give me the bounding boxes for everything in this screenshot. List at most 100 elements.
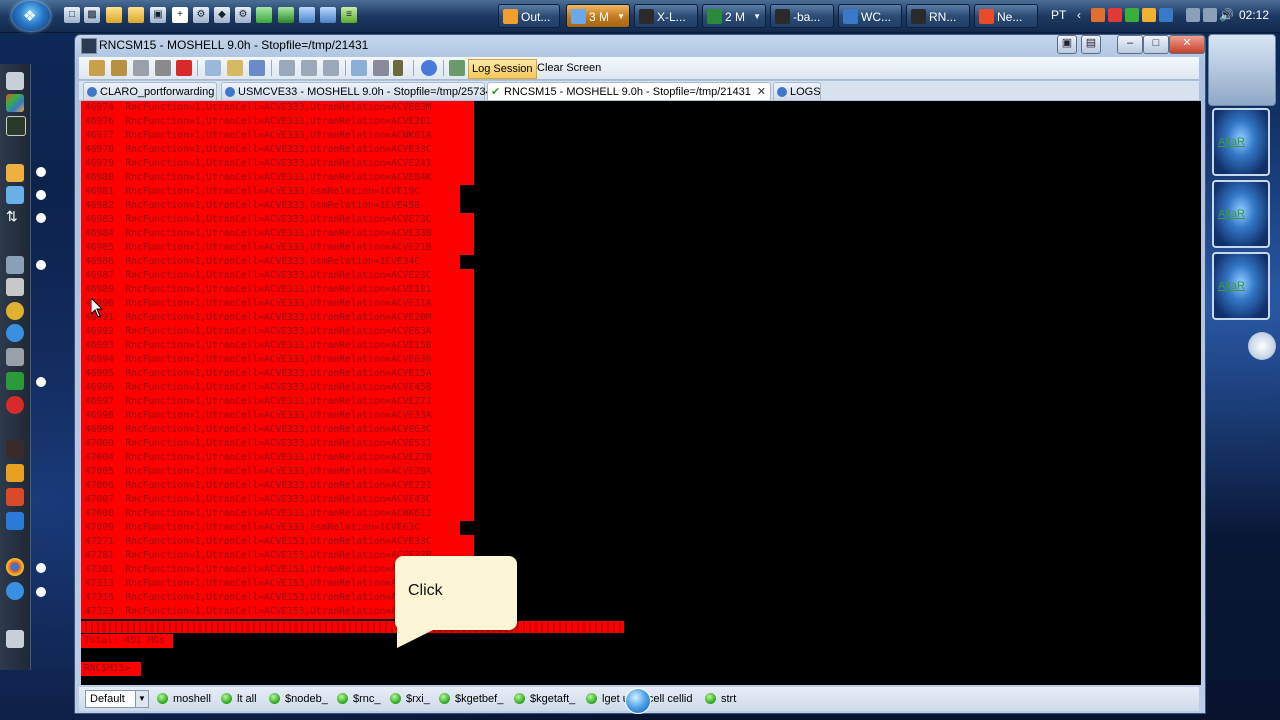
cmd-button-kgetbef[interactable]: $kgetbef_ xyxy=(439,691,503,707)
command-prompt[interactable]: RNCSM15> xyxy=(81,662,141,676)
record-icon[interactable] xyxy=(6,396,24,414)
close-button[interactable]: ✕ xyxy=(1169,35,1205,54)
print-preview-icon[interactable] xyxy=(323,60,339,76)
cmd-button-nodeb[interactable]: $nodeb_ xyxy=(269,691,328,707)
minimize-button[interactable]: – xyxy=(1117,35,1143,54)
transfer-icon[interactable]: ⇅ xyxy=(6,208,24,226)
acrobat-icon[interactable] xyxy=(6,488,24,506)
quicklaunch-gear-icon[interactable]: ⚙ xyxy=(235,7,251,23)
maximize-button[interactable]: □ xyxy=(1143,35,1169,54)
folder-icon[interactable] xyxy=(6,164,24,182)
cmd-button-rxi[interactable]: $rxi_ xyxy=(390,691,430,707)
cmd-button-strt[interactable]: strt xyxy=(705,691,736,707)
tab-logs[interactable]: LOGS xyxy=(773,82,821,100)
gadget-aurora[interactable]: AltaR xyxy=(1212,180,1270,248)
taskbar-button-3m[interactable]: 3 M ▼ xyxy=(566,4,630,28)
quicklaunch-folder-icon[interactable] xyxy=(106,7,122,23)
quicklaunch-monitor-icon[interactable] xyxy=(299,7,315,23)
taskbar-button-wc[interactable]: WC... xyxy=(838,4,902,28)
fireworks-icon[interactable] xyxy=(6,464,24,482)
quicklaunch-app-icon[interactable] xyxy=(256,7,272,23)
quicklaunch-new-icon[interactable]: + xyxy=(172,7,188,23)
taskbar-button-chrome[interactable]: Ne... xyxy=(974,4,1038,28)
cmd-button-lt-all[interactable]: lt all xyxy=(221,691,257,707)
key-icon[interactable] xyxy=(393,60,403,76)
volume-icon[interactable]: 🔊 xyxy=(1219,8,1234,22)
tray-app-icon[interactable] xyxy=(1159,8,1173,22)
quicklaunch-network-icon[interactable]: ▩ xyxy=(84,7,100,23)
close-tab-icon[interactable]: ✕ xyxy=(757,83,766,101)
language-indicator[interactable]: PT xyxy=(1051,8,1066,22)
taskbar-button-2m[interactable]: 2 M ▼ xyxy=(702,4,766,28)
calculator-icon[interactable] xyxy=(6,278,24,296)
cmd-button-kgetaft[interactable]: $kgetaft_ xyxy=(514,691,575,707)
copy-icon[interactable] xyxy=(205,60,221,76)
gadget-icons-panel[interactable] xyxy=(1208,34,1276,106)
tab-rncsm15[interactable]: ✔ RNCSM15 - MOSHELL 9.0h - Stopfile=/tmp… xyxy=(487,82,771,100)
chrome-icon[interactable] xyxy=(6,558,24,576)
clock[interactable]: 02:12 xyxy=(1239,8,1269,22)
quicklaunch-share-icon[interactable]: ◆ xyxy=(214,7,230,23)
quicklaunch-app-icon[interactable] xyxy=(278,7,294,23)
gear-icon[interactable] xyxy=(6,302,24,320)
monitor-icon[interactable] xyxy=(1203,8,1217,22)
cmd-button-rnc[interactable]: $rnc_ xyxy=(337,691,381,707)
taskbar-button-xl[interactable]: X-L... xyxy=(634,4,698,28)
quicklaunch-picture-icon[interactable]: ▣ xyxy=(150,7,166,23)
recycle-bin-icon[interactable] xyxy=(6,630,24,648)
tray-app-icon[interactable] xyxy=(1108,8,1122,22)
copy-session-icon[interactable] xyxy=(133,60,149,76)
reconnect-icon[interactable] xyxy=(155,60,171,76)
mouse-icon[interactable] xyxy=(6,348,24,366)
lync-icon[interactable] xyxy=(6,186,24,204)
tray-app-icon[interactable] xyxy=(1091,8,1105,22)
arrow-circle-icon[interactable] xyxy=(1248,332,1276,360)
log-session-button[interactable]: Log Session xyxy=(468,59,537,79)
terminal-icon[interactable] xyxy=(6,116,26,136)
terminal-output[interactable]: 46974 RncFunction=1,UtranCell=ACVE333,Ut… xyxy=(81,101,1201,685)
new-session-icon[interactable] xyxy=(89,60,105,76)
tab-claro-portforwarding[interactable]: CLARO_portforwarding xyxy=(83,82,217,100)
preset-select[interactable]: Default ▼ xyxy=(85,690,149,708)
taskbar-button-outlook[interactable]: Out... xyxy=(498,4,560,28)
title-bar[interactable]: RNCSM15 - MOSHELL 9.0h - Stopfile=/tmp/2… xyxy=(75,35,1205,55)
clear-screen-button[interactable]: Clear Screen xyxy=(537,59,601,77)
quicklaunch-settings-icon[interactable]: ⚙ xyxy=(193,7,209,23)
tray-expand-icon[interactable]: ‹ xyxy=(1077,8,1081,22)
duplicate-session-icon[interactable] xyxy=(111,60,127,76)
taskbar-button-bash[interactable]: -ba... xyxy=(770,4,834,28)
gadget-aurora[interactable]: AltaR xyxy=(1212,252,1270,320)
log-icon[interactable] xyxy=(449,60,465,76)
quicklaunch-folder-icon[interactable] xyxy=(128,7,144,23)
cmd-button-moshell[interactable]: moshell xyxy=(157,691,211,707)
transfer-icon[interactable] xyxy=(351,60,367,76)
taskbar-button-rn[interactable]: RN... xyxy=(906,4,970,28)
print-setup-icon[interactable] xyxy=(301,60,317,76)
tab-usmcve33[interactable]: USMCVE33 - MOSHELL 9.0h - Stopfile=/tmp/… xyxy=(221,82,492,100)
settings-icon[interactable] xyxy=(6,72,24,90)
quicklaunch-document-icon[interactable]: □ xyxy=(64,7,80,23)
start-button[interactable]: ❖ xyxy=(12,1,50,31)
quicklaunch-list-icon[interactable]: ≡ xyxy=(341,7,357,23)
network-icon[interactable] xyxy=(6,256,24,274)
tray-app-icon[interactable] xyxy=(1125,8,1139,22)
window-list-icon[interactable]: ▤ xyxy=(1081,35,1101,54)
gear-icon[interactable] xyxy=(373,60,389,76)
print-icon[interactable] xyxy=(279,60,295,76)
dock-indicator xyxy=(36,563,46,573)
gadget-aurora[interactable]: AltaR xyxy=(1212,108,1270,176)
excel-icon[interactable] xyxy=(6,372,24,390)
restore-icon[interactable]: ▣ xyxy=(1057,35,1077,54)
quicklaunch-window-icon[interactable] xyxy=(320,7,336,23)
ie-icon[interactable] xyxy=(6,582,24,600)
help-icon[interactable] xyxy=(421,60,437,76)
tray-app-icon[interactable] xyxy=(1142,8,1156,22)
browser-icon[interactable] xyxy=(6,324,24,342)
kindle-icon[interactable] xyxy=(6,440,24,458)
network-icon[interactable] xyxy=(1186,8,1200,22)
find-icon[interactable] xyxy=(249,60,265,76)
paste-icon[interactable] xyxy=(227,60,243,76)
windows-icon[interactable] xyxy=(6,94,24,112)
disconnect-icon[interactable] xyxy=(176,60,192,76)
v-icon[interactable] xyxy=(6,512,24,530)
